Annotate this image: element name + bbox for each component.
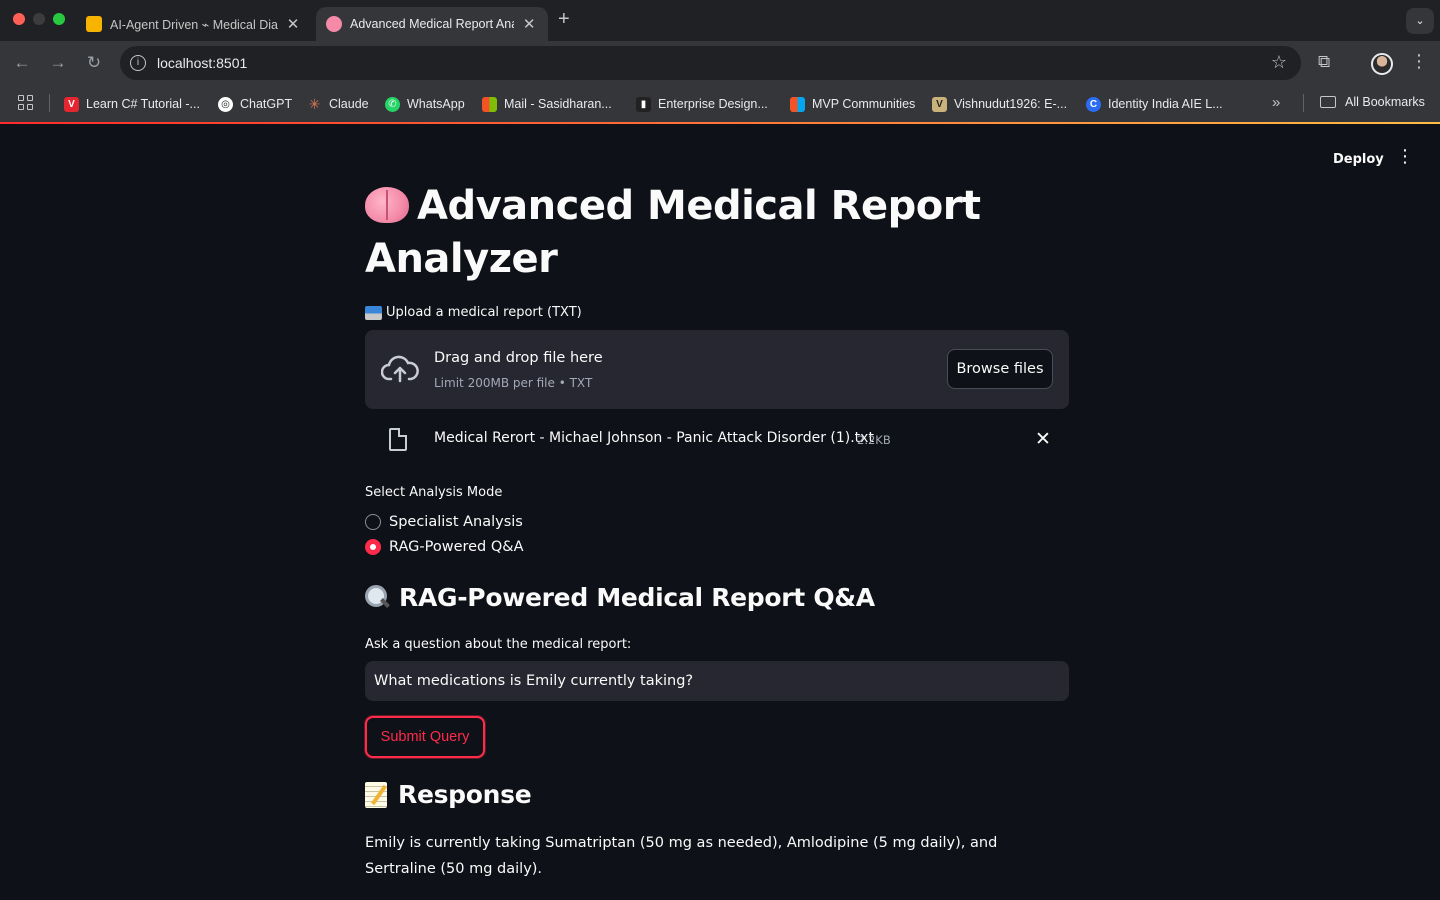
magnifying-glass-icon	[365, 584, 391, 611]
radio-option-label: Specialist Analysis	[389, 514, 523, 530]
radio-option-rag[interactable]: RAG-Powered Q&A	[365, 536, 524, 558]
enterprise-design-bookmark-icon: ▮	[636, 96, 651, 112]
browse-files-button[interactable]: Browse files	[947, 349, 1053, 389]
browser-menu-icon[interactable]: ⋮	[1410, 51, 1428, 72]
bookmark-label: Learn C# Tutorial -...	[86, 97, 200, 111]
cloud-upload-icon	[381, 355, 419, 383]
streamlit-app: Deploy ⋮ Advanced Medical Report Analyze…	[0, 124, 1440, 900]
dropzone-title: Drag and drop file here	[434, 350, 603, 366]
inbox-tray-icon	[365, 305, 382, 320]
identity-india-bookmark-icon: C	[1086, 96, 1101, 112]
all-bookmarks-button[interactable]: All Bookmarks	[1320, 95, 1425, 109]
whatsapp-bookmark-icon: ✆	[385, 96, 400, 112]
bookmarks-divider	[49, 94, 50, 112]
bookmark-star-icon[interactable]: ☆	[1271, 52, 1287, 73]
bookmark-label: Identity India AIE L...	[1108, 97, 1223, 111]
qa-heading-text: RAG-Powered Medical Report Q&A	[399, 583, 875, 612]
bookmark-item[interactable]: ▮ Enterprise Design...	[636, 95, 768, 113]
bookmark-item[interactable]: ✆ WhatsApp	[385, 95, 465, 113]
bookmarks-bar: V Learn C# Tutorial -... ◎ ChatGPT ✳ Cla…	[0, 85, 1440, 122]
bookmark-label: Vishnudut1926: E-...	[954, 97, 1068, 111]
radio-unchecked-icon[interactable]	[365, 514, 381, 530]
bookmarks-divider	[1303, 94, 1304, 112]
extensions-puzzle-icon[interactable]: ⧉	[1318, 52, 1330, 72]
radio-checked-icon[interactable]	[365, 539, 381, 555]
tab-close-icon[interactable]: ✕	[520, 15, 538, 33]
uploaded-file-size: 2.2KB	[857, 433, 891, 447]
memo-icon	[365, 781, 387, 808]
tab-title: Advanced Medical Report Ana	[350, 17, 515, 31]
browser-tab-strip: AI-Agent Driven ⌁ Medical Dia ✕ Advanced…	[0, 0, 1440, 41]
response-text: Emily is currently taking Sumatriptan (5…	[365, 835, 998, 877]
bookmark-label: Claude	[329, 97, 369, 111]
close-window-button[interactable]	[13, 13, 25, 25]
radio-option-label: RAG-Powered Q&A	[389, 539, 524, 555]
all-bookmarks-label: All Bookmarks	[1345, 95, 1425, 109]
folder-icon	[1320, 96, 1336, 108]
address-bar[interactable]: i localhost:8501 ☆	[120, 46, 1301, 80]
microsoft-bookmark-icon	[482, 96, 497, 112]
back-arrow-icon[interactable]: ←	[11, 53, 33, 73]
maximize-window-button[interactable]	[53, 13, 65, 25]
bookmark-label: ChatGPT	[240, 97, 293, 111]
bookmark-item[interactable]: ✳ Claude	[307, 95, 369, 113]
uploaded-file-row: Medical Rerort - Michael Johnson - Panic…	[365, 422, 1069, 458]
uploaded-file-name: Medical Rerort - Michael Johnson - Panic…	[434, 430, 874, 446]
qa-heading: RAG-Powered Medical Report Q&A	[365, 583, 875, 612]
bookmark-item[interactable]: ◎ ChatGPT	[218, 95, 292, 113]
bookmark-item[interactable]: MVP Communities	[790, 95, 915, 113]
file-icon	[389, 428, 407, 451]
claude-bookmark-icon: ✳	[308, 95, 321, 112]
browser-toolbar: ← → ↻ i localhost:8501 ☆ ⧉ ⋮	[0, 41, 1440, 85]
more-bookmarks-chevron-icon[interactable]: »	[1272, 94, 1280, 111]
dropzone-limit: Limit 200MB per file • TXT	[434, 376, 593, 390]
response-heading: Response	[365, 780, 532, 809]
tab-title: AI-Agent Driven ⌁ Medical Dia	[110, 17, 278, 32]
bookmark-item[interactable]: V Learn C# Tutorial -...	[64, 95, 200, 113]
question-input[interactable]	[365, 661, 1069, 701]
bookmark-item[interactable]: V Vishnudut1926: E-...	[932, 95, 1067, 113]
bookmark-label: Mail - Sasidharan...	[504, 97, 612, 111]
bookmark-label: MVP Communities	[812, 97, 916, 111]
microsoft-bookmark-icon	[790, 96, 805, 112]
vue-bookmark-icon: V	[64, 96, 79, 112]
bookmark-label: WhatsApp	[407, 97, 465, 111]
profile-avatar[interactable]	[1371, 53, 1393, 75]
bookmark-item[interactable]: Mail - Sasidharan...	[482, 95, 612, 113]
upload-label-text: Upload a medical report (TXT)	[386, 305, 582, 320]
app-menu-icon[interactable]: ⋮	[1396, 146, 1414, 167]
response-heading-text: Response	[398, 780, 532, 809]
minimize-window-button[interactable]	[33, 13, 45, 25]
analysis-mode-label: Select Analysis Mode	[365, 485, 503, 500]
page-title: Advanced Medical Report Analyzer	[365, 180, 1069, 286]
reload-icon[interactable]: ↻	[83, 53, 105, 73]
slides-favicon-icon	[86, 16, 102, 32]
chatgpt-bookmark-icon: ◎	[218, 96, 233, 112]
deploy-button[interactable]: Deploy	[1327, 150, 1390, 169]
tab-search-chevron-icon[interactable]: ⌄	[1406, 8, 1434, 34]
radio-option-specialist[interactable]: Specialist Analysis	[365, 511, 523, 533]
page-title-text: Advanced Medical Report Analyzer	[365, 183, 981, 282]
bookmark-item[interactable]: C Identity India AIE L...	[1086, 95, 1223, 113]
remove-file-icon[interactable]: ✕	[1033, 428, 1053, 450]
bookmark-label: Enterprise Design...	[658, 97, 768, 111]
url-text[interactable]: localhost:8501	[157, 55, 247, 71]
submit-query-button[interactable]: Submit Query	[365, 716, 485, 758]
vanderbilt-bookmark-icon: V	[932, 96, 947, 112]
upload-label: Upload a medical report (TXT)	[365, 305, 582, 320]
brain-favicon-icon	[326, 16, 342, 32]
new-tab-button[interactable]: +	[558, 8, 570, 31]
forward-arrow-icon[interactable]: →	[47, 53, 69, 73]
browser-tab-active[interactable]: Advanced Medical Report Ana ✕	[316, 7, 548, 41]
tab-close-icon[interactable]: ✕	[284, 15, 302, 33]
file-dropzone[interactable]: Drag and drop file here Limit 200MB per …	[365, 330, 1069, 409]
brain-icon	[365, 187, 409, 223]
site-info-icon[interactable]: i	[130, 55, 146, 71]
apps-grid-icon[interactable]	[18, 95, 34, 111]
question-label: Ask a question about the medical report:	[365, 637, 632, 652]
browser-tab[interactable]: AI-Agent Driven ⌁ Medical Dia ✕	[76, 7, 312, 41]
